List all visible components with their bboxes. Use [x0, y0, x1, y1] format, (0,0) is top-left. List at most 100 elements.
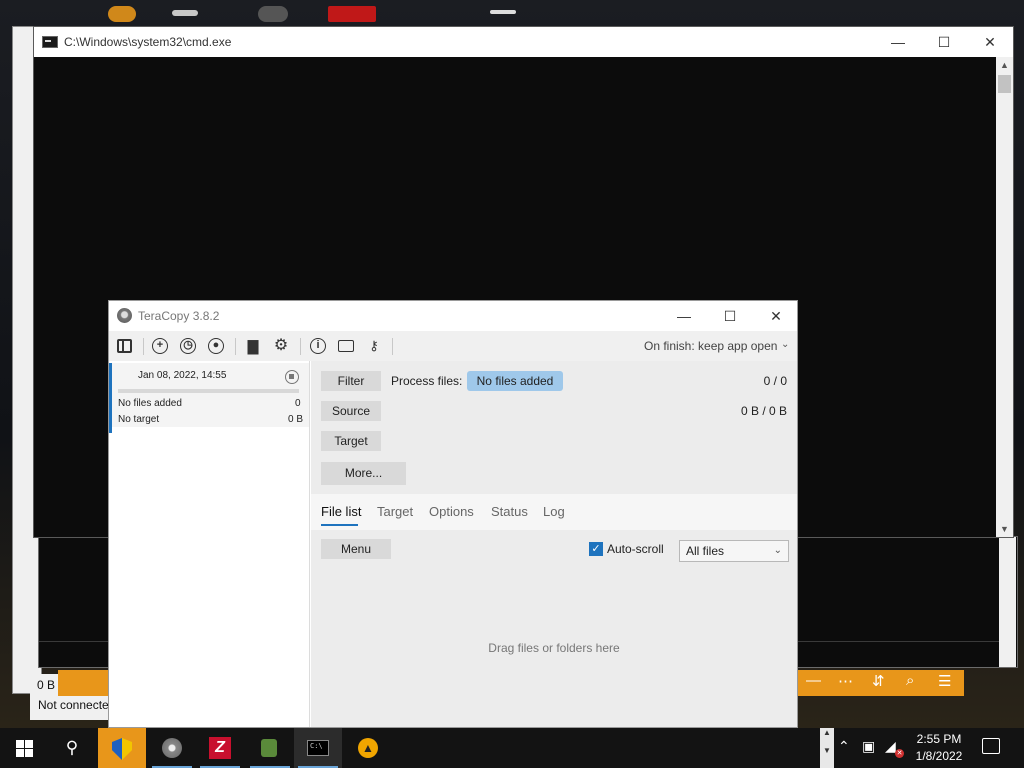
windows-logo-icon: [25, 749, 33, 757]
job-files-label: No files added: [118, 398, 182, 409]
tab-target[interactable]: Target: [377, 504, 413, 519]
scroll-down-icon[interactable]: ▼: [996, 521, 1013, 537]
more-button[interactable]: More...: [321, 462, 406, 485]
scroll-up-icon[interactable]: ▲: [996, 57, 1013, 73]
minimize-button[interactable]: —: [875, 27, 921, 57]
windows-logo-icon: [25, 740, 33, 748]
process-files-label: Process files:: [391, 374, 463, 388]
start-button[interactable]: [0, 728, 48, 768]
maximize-button[interactable]: ☐: [921, 27, 967, 57]
divider: [392, 338, 393, 355]
menu-button[interactable]: Menu: [321, 539, 391, 559]
chevron-down-icon[interactable]: ⌄: [781, 339, 789, 350]
maximize-button[interactable]: ☐: [707, 301, 753, 331]
teracopy-icon: [162, 738, 182, 758]
teracopy-titlebar[interactable]: TeraCopy 3.8.2 — ☐ ✕: [109, 301, 797, 331]
divider: [143, 338, 144, 355]
job-selected-indicator: [109, 363, 112, 433]
auto-scroll-label[interactable]: Auto-scroll: [607, 542, 664, 556]
toolbar: + ◷ ● ▇ ⚙ i ⚷ On finish: keep app open ⌄: [109, 331, 797, 361]
active-tab-indicator: [321, 524, 358, 526]
background-status-size: 0 B: [37, 678, 56, 692]
taskbar-warning-app[interactable]: ▲: [344, 728, 392, 768]
clock-date[interactable]: 1/8/2022: [904, 749, 974, 763]
history-icon[interactable]: ◷: [180, 338, 196, 354]
on-finish-dropdown[interactable]: On finish: keep app open: [644, 339, 777, 353]
cmd-title: C:\Windows\system32\cmd.exe: [64, 35, 232, 49]
tab-status[interactable]: Status: [491, 504, 528, 519]
file-filter-select[interactable]: All files ⌄: [679, 540, 789, 562]
desktop-icon: [108, 6, 136, 22]
muted-badge-icon: ✕: [895, 749, 904, 758]
sort-icon: ⇵: [872, 673, 885, 690]
minimize-button[interactable]: —: [661, 301, 707, 331]
auto-scroll-checkbox[interactable]: ✓: [589, 542, 603, 556]
main-panel: Filter Source Target More... Process fil…: [311, 361, 797, 727]
tab-bar: File list Target Options Status Log: [311, 494, 797, 530]
desktop-icon: [172, 10, 198, 16]
desktop-icon: [328, 6, 376, 22]
tab-log[interactable]: Log: [543, 504, 565, 519]
divider: [300, 338, 301, 355]
tab-options[interactable]: Options: [429, 504, 474, 519]
key-icon[interactable]: ⚷: [366, 338, 382, 354]
window-title: TeraCopy 3.8.2: [138, 309, 220, 323]
tab-file-list[interactable]: File list: [321, 504, 361, 519]
process-files-badge[interactable]: No files added: [467, 371, 563, 391]
console-icon: C:\: [307, 740, 329, 756]
account-icon[interactable]: ●: [208, 338, 224, 354]
clock-time[interactable]: 2:55 PM: [904, 732, 974, 746]
close-button[interactable]: ✕: [753, 301, 797, 331]
more-icon: ⋯: [838, 673, 853, 690]
taskbar-cmd-app[interactable]: C:\: [294, 728, 342, 768]
network-icon[interactable]: ▣: [862, 738, 875, 755]
taskbar: ⚲ Z C:\ ▲ ▲ ▼ ⌃ ▣ ◢ ✕ 2:55 PM 1/8/2022: [0, 728, 1024, 768]
file-filter-value: All files: [686, 544, 725, 558]
scrollbar[interactable]: ▲ ▼: [996, 57, 1013, 537]
cmd-titlebar[interactable]: C:\Windows\system32\cmd.exe — ☐ ✕: [34, 27, 1013, 57]
taskbar-teracopy-app[interactable]: [148, 728, 196, 768]
chevron-down-icon: ⌄: [773, 545, 782, 556]
teracopy-logo-icon: [117, 308, 132, 323]
panel-icon[interactable]: [117, 339, 132, 353]
lock-icon: [261, 739, 277, 757]
teracopy-window: TeraCopy 3.8.2 — ☐ ✕ + ◷ ● ▇ ⚙ i ⚷ On fi…: [108, 300, 798, 728]
add-icon[interactable]: +: [152, 338, 168, 354]
scrollbar[interactable]: [999, 537, 1016, 667]
target-button[interactable]: Target: [321, 431, 381, 451]
stop-icon[interactable]: [285, 370, 299, 384]
search-icon: ⌕: [906, 672, 915, 689]
source-button[interactable]: Source: [321, 401, 381, 421]
job-date: Jan 08, 2022, 14:55: [138, 370, 227, 381]
job-target-label: No target: [118, 414, 160, 425]
info-icon[interactable]: i: [310, 338, 326, 354]
desktop-icon: [258, 6, 288, 22]
desktop-icon: [490, 10, 516, 14]
close-button[interactable]: ✕: [967, 27, 1013, 57]
job-progress-bar: [118, 389, 299, 393]
tray-scrollbar[interactable]: ▲ ▼: [820, 728, 834, 768]
filter-button[interactable]: Filter: [321, 371, 381, 391]
hamburger-icon: ☰: [938, 673, 952, 690]
scrollbar-thumb[interactable]: [998, 75, 1011, 93]
windows-logo-icon: [16, 749, 24, 757]
notification-icon[interactable]: [982, 738, 1000, 754]
drop-zone-hint: Drag files or folders here: [488, 641, 620, 655]
shield-icon: [112, 738, 132, 760]
warning-icon: ▲: [358, 738, 378, 758]
job-target-size: 0 B: [288, 414, 304, 425]
byte-count: 0 B / 0 B: [740, 404, 787, 418]
taskbar-vpn-app[interactable]: [246, 728, 294, 768]
background-status-connection: Not connected: [38, 698, 110, 712]
chevron-up-icon[interactable]: ⌃: [838, 738, 850, 755]
print-icon[interactable]: ▇: [245, 338, 261, 354]
file-count: 0 / 0: [763, 374, 787, 388]
gear-icon[interactable]: ⚙: [273, 338, 289, 354]
filezilla-icon: Z: [209, 737, 231, 759]
card-icon[interactable]: [338, 340, 354, 352]
job-card[interactable]: Jan 08, 2022, 14:55 No files added 0 No …: [109, 363, 309, 433]
taskbar-filezilla-app[interactable]: Z: [196, 728, 244, 768]
divider: [235, 338, 236, 355]
taskbar-shield-app[interactable]: [98, 728, 146, 768]
search-icon[interactable]: ⚲: [48, 728, 96, 768]
